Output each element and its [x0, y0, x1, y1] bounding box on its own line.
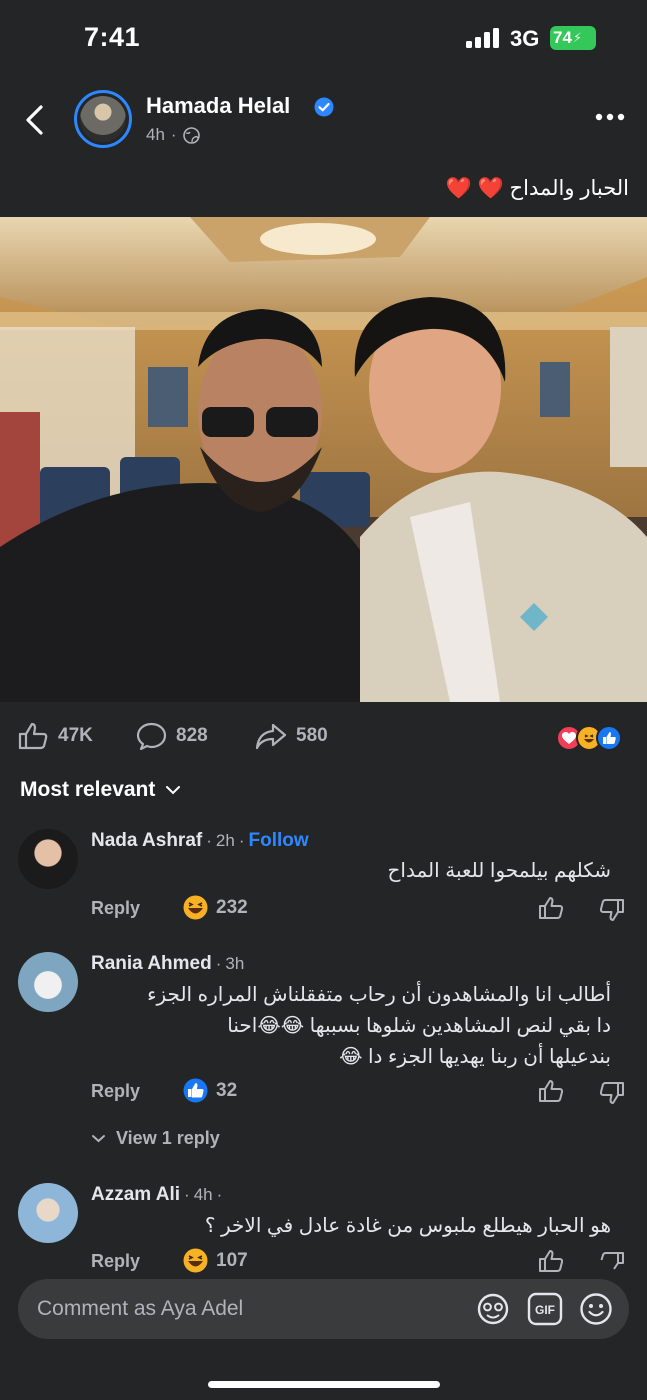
- emoji-icon[interactable]: [579, 1292, 613, 1326]
- comment-text: شكلهم بيلمحوا للعبة المداح: [387, 860, 611, 882]
- reaction-count: 32: [216, 1079, 238, 1101]
- status-time: 7:41: [84, 22, 141, 52]
- comment-time: 3h: [225, 954, 245, 973]
- view-replies-button[interactable]: View 1 reply: [91, 1128, 220, 1149]
- post-time: 4h: [146, 125, 165, 144]
- author-avatar[interactable]: [74, 90, 132, 148]
- like-reaction-icon: [596, 725, 622, 751]
- sort-label: Most relevant: [20, 778, 156, 801]
- comment-text: أطالب انا والمشاهدون أن رحاب متفقلناش ال…: [71, 980, 611, 1073]
- commenter-name[interactable]: Rania Ahmed: [91, 953, 212, 975]
- share-count: 580: [296, 725, 328, 746]
- comment-header: Azzam Ali · 4h ·: [91, 1184, 223, 1206]
- share-button[interactable]: 580: [255, 722, 328, 750]
- comment-count: 828: [176, 725, 208, 746]
- like-button[interactable]: 47K: [18, 722, 93, 750]
- comment-text-line: أطالب انا والمشاهدون أن رحاب متفقلناش ال…: [147, 984, 611, 1006]
- home-indicator: [208, 1381, 440, 1388]
- commenter-name[interactable]: Azzam Ali: [91, 1184, 180, 1206]
- comment-time: 2h: [215, 831, 235, 850]
- reply-button[interactable]: Reply: [91, 1081, 140, 1102]
- comment-text-line: بندعيلها أن ربنا يهديها الجزء دا 😂: [339, 1046, 611, 1068]
- chevron-down-icon: [166, 786, 181, 795]
- comment-text: هو الحبار هيطلع ملبوس من غادة عادل في ال…: [204, 1215, 611, 1237]
- reply-button[interactable]: Reply: [91, 898, 140, 919]
- battery-level: 74: [553, 28, 572, 47]
- follow-button[interactable]: Follow: [248, 830, 308, 852]
- comment-reactions[interactable]: 107: [183, 1248, 248, 1273]
- chevron-down-icon: [92, 1135, 105, 1143]
- battery-indicator: 74 ⚡: [550, 26, 596, 50]
- svg-text:GIF: GIF: [535, 1303, 555, 1317]
- commenter-avatar[interactable]: [18, 1183, 78, 1243]
- comment-button[interactable]: 828: [136, 722, 208, 750]
- share-arrow-icon: [255, 723, 287, 750]
- haha-reaction-icon: [183, 895, 208, 920]
- globe-icon: [182, 126, 200, 144]
- post-caption: الحبار والمداح ❤️ ❤️: [445, 177, 629, 200]
- view-replies-label: View 1 reply: [116, 1128, 220, 1148]
- verified-badge-icon: [314, 97, 334, 117]
- comment-input[interactable]: Comment as Aya Adel: [37, 1297, 243, 1321]
- comment-bubble-icon: [136, 722, 167, 750]
- comment-like-icon[interactable]: [538, 896, 564, 920]
- comment-sort-dropdown[interactable]: Most relevant: [20, 778, 181, 802]
- post-photo[interactable]: [0, 217, 647, 702]
- back-icon[interactable]: [22, 104, 48, 136]
- reply-button[interactable]: Reply: [91, 1251, 140, 1272]
- signal-icon: [466, 28, 499, 48]
- comment-header: Nada Ashraf · 2h · Follow: [91, 830, 309, 852]
- photo-illustration: [0, 217, 647, 702]
- comment-time: 4h: [193, 1185, 213, 1204]
- author-name[interactable]: Hamada Helal: [146, 93, 290, 119]
- commenter-avatar[interactable]: [18, 952, 78, 1012]
- charging-icon: ⚡: [572, 30, 583, 45]
- reaction-count: 107: [216, 1249, 248, 1271]
- comment-text-line: دا بقي لنص المشاهدين شلوها بسببها 😂😂احنا: [227, 1015, 611, 1037]
- like-count: 47K: [58, 725, 93, 746]
- comment-like-icon[interactable]: [538, 1079, 564, 1103]
- avatar-sticker-icon[interactable]: [476, 1292, 510, 1326]
- comment-like-icon[interactable]: [538, 1249, 564, 1273]
- comment-reactions[interactable]: 32: [183, 1078, 237, 1103]
- more-options-icon[interactable]: [595, 113, 625, 121]
- like-icon: [18, 722, 48, 750]
- post-meta: 4h ·: [146, 125, 200, 145]
- comment-reactions[interactable]: 232: [183, 895, 248, 920]
- haha-reaction-icon: [183, 1248, 208, 1273]
- reaction-summary[interactable]: [556, 725, 622, 751]
- comment-header: Rania Ahmed · 3h: [91, 953, 245, 975]
- comment-dislike-icon[interactable]: [599, 1081, 625, 1105]
- commenter-name[interactable]: Nada Ashraf: [91, 830, 202, 852]
- comment-dislike-icon[interactable]: [599, 898, 625, 922]
- reaction-count: 232: [216, 896, 248, 918]
- gif-icon[interactable]: GIF: [527, 1292, 563, 1326]
- network-label: 3G: [510, 26, 540, 51]
- commenter-avatar[interactable]: [18, 829, 78, 889]
- comment-dislike-icon[interactable]: [599, 1251, 625, 1271]
- like-reaction-icon: [183, 1078, 208, 1103]
